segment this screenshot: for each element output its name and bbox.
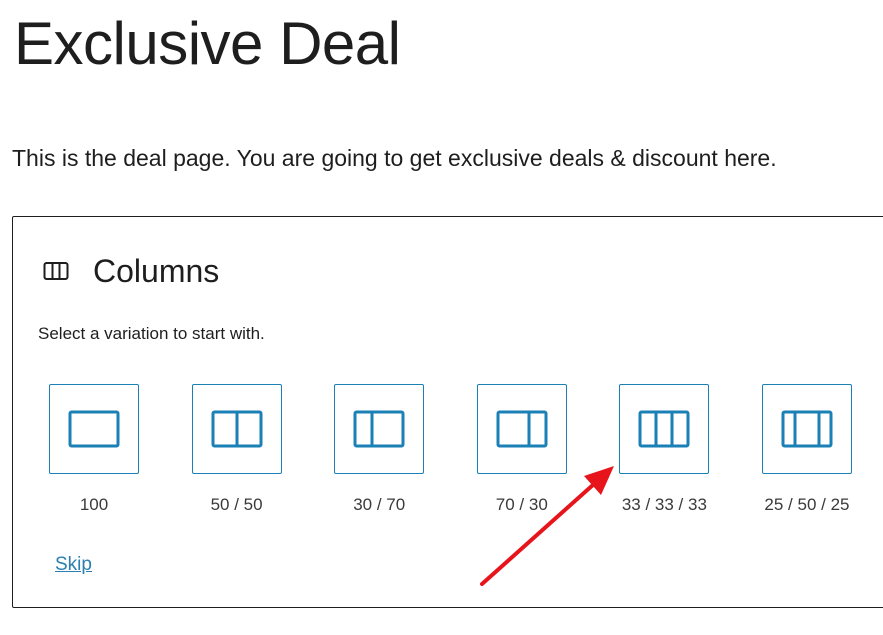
columns-icon (43, 261, 69, 281)
variation-33-33-33-button[interactable] (619, 384, 710, 474)
variation-33-33-33[interactable]: 33 / 33 / 33 (619, 384, 710, 516)
one-column-icon (68, 410, 120, 448)
three-columns-wide-center-icon (781, 410, 833, 448)
variation-100[interactable]: 100 (49, 384, 139, 516)
two-columns-equal-icon (211, 410, 263, 448)
two-columns-70-30-icon (496, 410, 548, 448)
skip-link[interactable]: Skip (55, 553, 92, 577)
columns-block-placeholder[interactable]: Columns Select a variation to start with… (12, 216, 883, 608)
variation-25-50-25[interactable]: 25 / 50 / 25 (761, 384, 852, 516)
page-title[interactable]: Exclusive Deal (14, 8, 401, 80)
variation-label: 50 / 50 (210, 495, 263, 514)
variation-25-50-25-button[interactable] (761, 384, 852, 474)
variation-label: 70 / 30 (495, 495, 548, 514)
placeholder-label: Columns (93, 253, 220, 289)
variation-label: 30 / 70 (353, 495, 406, 514)
variation-label: 25 / 50 / 25 (764, 495, 850, 514)
placeholder-instructions: Select a variation to start with. (38, 324, 265, 343)
variation-70-30-button[interactable] (476, 384, 567, 474)
variation-70-30[interactable]: 70 / 30 (476, 384, 567, 516)
variation-50-50[interactable]: 50 / 50 (191, 384, 282, 516)
two-columns-30-70-icon (353, 410, 405, 448)
variation-label: 100 (79, 495, 109, 514)
variation-50-50-button[interactable] (191, 384, 282, 474)
variation-30-70-button[interactable] (334, 384, 425, 474)
variation-picker: 100 50 / 50 30 / 70 70 / 30 33 / 33 / 33… (49, 384, 883, 516)
three-columns-equal-icon (638, 410, 690, 448)
page-intro-paragraph[interactable]: This is the deal page. You are going to … (12, 142, 777, 174)
placeholder-header: Columns (43, 251, 219, 291)
variation-label: 33 / 33 / 33 (621, 495, 707, 514)
variation-100-button[interactable] (49, 384, 139, 474)
variation-30-70[interactable]: 30 / 70 (334, 384, 425, 516)
